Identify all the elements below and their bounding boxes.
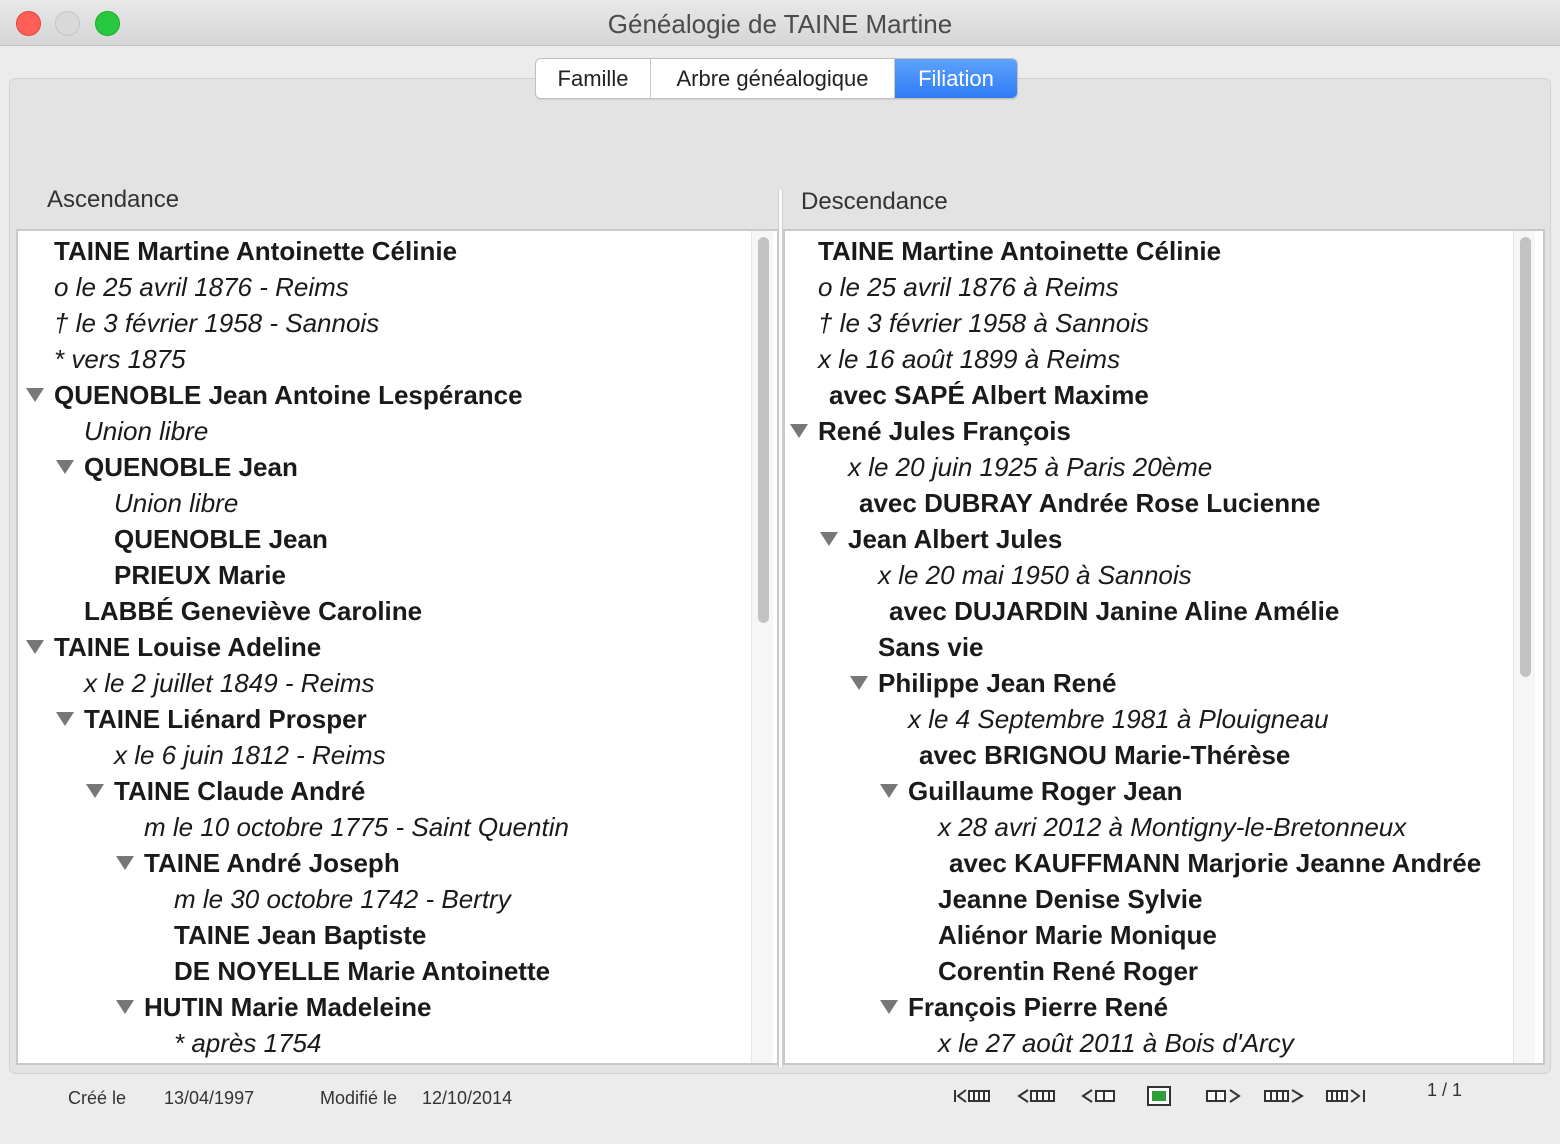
list-item[interactable]: avec KAUFFMANN Marjorie Jeanne Andrée — [949, 845, 1481, 881]
list-item[interactable]: x le 6 juin 1812 - Reims — [114, 737, 386, 773]
list-item[interactable]: avec SAPÉ Albert Maxime — [829, 377, 1149, 413]
list-item[interactable]: LABBÉ Geneviève Caroline — [84, 593, 422, 629]
list-item[interactable]: Union libre — [84, 413, 208, 449]
list-item[interactable]: † le 3 février 1958 à Sannois — [818, 305, 1149, 341]
last-record-button[interactable] — [1324, 1084, 1368, 1108]
list-item[interactable]: QUENOBLE Jean — [84, 449, 298, 485]
disclosure-triangle-icon[interactable] — [880, 1000, 898, 1014]
list-item[interactable]: René Jules François — [818, 413, 1071, 449]
first-record-button[interactable] — [952, 1084, 994, 1108]
created-value: 13/04/1997 — [164, 1088, 255, 1108]
list-item[interactable]: TAINE Claude André — [114, 773, 365, 809]
last-record-icon — [1326, 1089, 1365, 1103]
list-item[interactable]: TAINE André Joseph — [144, 845, 400, 881]
view-tabs: Famille Arbre généalogique Filiation — [535, 58, 1018, 99]
list-item[interactable]: Guillaume Roger Jean — [908, 773, 1183, 809]
disclosure-triangle-icon[interactable] — [850, 676, 868, 690]
descendance-label: Descendance — [801, 188, 948, 215]
list-item[interactable]: Union libre — [114, 485, 238, 521]
tab-arbre-genealogique[interactable]: Arbre généalogique — [651, 59, 895, 98]
created-label: Créé le — [68, 1088, 127, 1108]
list-item[interactable]: Jeanne Denise Sylvie — [938, 881, 1202, 917]
disclosure-triangle-icon[interactable] — [56, 460, 74, 474]
tab-famille[interactable]: Famille — [536, 59, 651, 98]
first-record-icon — [954, 1089, 990, 1103]
disclosure-triangle-icon[interactable] — [116, 856, 134, 870]
list-item[interactable]: François Pierre René — [908, 989, 1168, 1025]
disclosure-triangle-icon[interactable] — [26, 388, 44, 402]
list-item[interactable]: Philippe Jean René — [878, 665, 1116, 701]
current-record-button[interactable] — [1146, 1084, 1172, 1108]
scrollbar-thumb[interactable] — [1520, 237, 1531, 677]
list-item[interactable]: o le 25 avril 1876 - Reims — [54, 269, 349, 305]
fast-back-icon — [1017, 1089, 1055, 1103]
list-item[interactable]: x le 2 juillet 1849 - Reims — [84, 665, 374, 701]
disclosure-triangle-icon[interactable] — [790, 424, 808, 438]
list-item[interactable]: m le 30 octobre 1742 - Bertry — [174, 881, 511, 917]
disclosure-triangle-icon[interactable] — [26, 640, 44, 654]
list-item[interactable]: Aliénor Marie Monique — [938, 917, 1217, 953]
list-item[interactable]: DE NOYELLE Marie Antoinette — [174, 953, 550, 989]
list-item[interactable]: PRIEUX Marie — [114, 557, 286, 593]
list-item[interactable]: * après 1754 — [174, 1025, 321, 1061]
previous-record-icon — [1081, 1089, 1115, 1103]
list-item[interactable]: avec BRIGNOU Marie-Thérèse — [919, 737, 1290, 773]
modified-value: 12/10/2014 — [422, 1088, 513, 1108]
next-record-icon — [1206, 1089, 1241, 1103]
list-item[interactable]: x le 16 août 1899 à Reims — [818, 341, 1120, 377]
list-item[interactable]: QUENOBLE Jean Antoine Lespérance — [54, 377, 523, 413]
next-record-button[interactable] — [1204, 1084, 1242, 1108]
ascendance-label: Ascendance — [47, 186, 180, 213]
list-item[interactable]: * vers 1875 — [54, 341, 186, 377]
fast-back-button[interactable] — [1016, 1084, 1058, 1108]
list-item[interactable]: avec DUJARDIN Janine Aline Amélie — [889, 593, 1339, 629]
list-item[interactable]: HUTIN Marie Madeleine — [144, 989, 432, 1025]
list-item[interactable]: Corentin René Roger — [938, 953, 1198, 989]
disclosure-triangle-icon[interactable] — [116, 1000, 134, 1014]
list-item[interactable]: TAINE Martine Antoinette Célinie — [818, 233, 1221, 269]
list-item[interactable]: avec DUBRAY Andrée Rose Lucienne — [859, 485, 1320, 521]
window-title: Généalogie de TAINE Martine — [607, 9, 953, 39]
list-item[interactable]: o le 25 avril 1876 à Reims — [818, 269, 1119, 305]
fast-forward-icon — [1264, 1089, 1304, 1103]
modified-label: Modifié le — [320, 1088, 398, 1108]
list-item[interactable]: TAINE Jean Baptiste — [174, 917, 426, 953]
fast-forward-button[interactable] — [1262, 1084, 1306, 1108]
disclosure-triangle-icon[interactable] — [880, 784, 898, 798]
list-item[interactable]: † le 3 février 1958 - Sannois — [54, 305, 379, 341]
list-item[interactable]: m le 10 octobre 1775 - Saint Quentin — [144, 809, 569, 845]
descendance-outline[interactable]: TAINE Martine Antoinette Célinie o le 25… — [783, 229, 1545, 1065]
disclosure-triangle-icon[interactable] — [56, 712, 74, 726]
current-record-icon — [1147, 1086, 1171, 1106]
list-item[interactable]: x le 4 Septembre 1981 à Plouigneau — [908, 701, 1329, 737]
list-item[interactable]: TAINE Liénard Prosper — [84, 701, 367, 737]
list-item[interactable]: Jean Albert Jules — [848, 521, 1062, 557]
list-item[interactable]: TAINE Martine Antoinette Célinie — [54, 233, 457, 269]
page-indicator: 1 / 1 — [1427, 1080, 1463, 1100]
list-item[interactable]: x 28 avri 2012 à Montigny-le-Bretonneux — [938, 809, 1406, 845]
title-bar: Généalogie de TAINE Martine — [0, 0, 1560, 46]
ascendance-outline[interactable]: TAINE Martine Antoinette Célinie o le 25… — [16, 229, 779, 1065]
disclosure-triangle-icon[interactable] — [86, 784, 104, 798]
tab-filiation[interactable]: Filiation — [895, 59, 1017, 98]
disclosure-triangle-icon[interactable] — [820, 532, 838, 546]
list-item[interactable]: TAINE Louise Adeline — [54, 629, 321, 665]
previous-record-button[interactable] — [1080, 1084, 1118, 1108]
list-item[interactable]: x le 20 juin 1925 à Paris 20ème — [848, 449, 1212, 485]
list-item[interactable]: x le 20 mai 1950 à Sannois — [878, 557, 1192, 593]
list-item[interactable]: x le 27 août 2011 à Bois d'Arcy — [938, 1025, 1294, 1061]
scrollbar-thumb[interactable] — [758, 237, 769, 623]
list-item[interactable]: Sans vie — [878, 629, 984, 665]
list-item[interactable]: QUENOBLE Jean — [114, 521, 328, 557]
